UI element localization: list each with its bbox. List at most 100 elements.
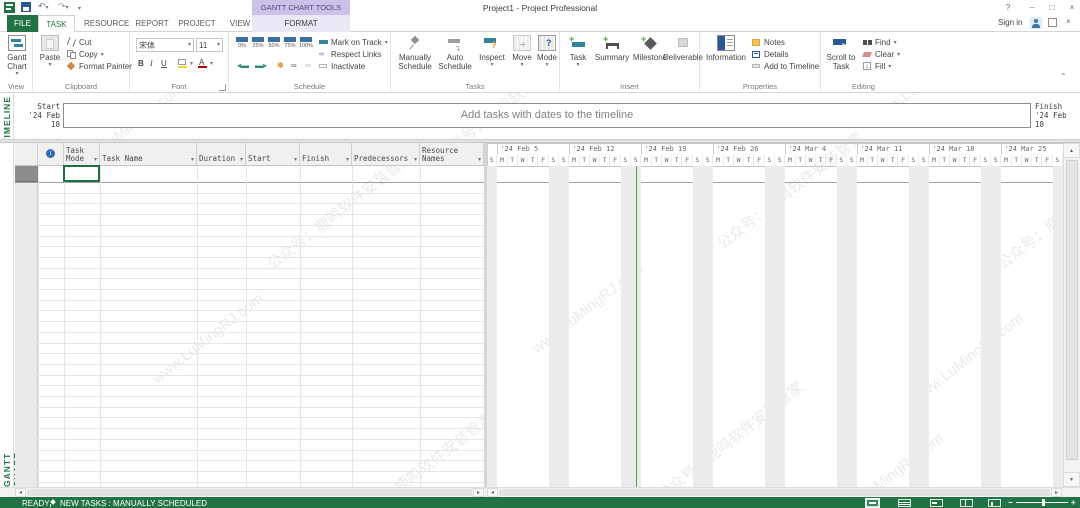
move-button[interactable]: ➔ Move▾: [509, 35, 535, 68]
scroll-to-task-button[interactable]: ➤ Scroll to Task: [825, 35, 857, 71]
column-header-info[interactable]: i: [38, 143, 64, 166]
tab-resource[interactable]: RESOURCE: [84, 15, 128, 32]
maximize-button[interactable]: □: [1044, 2, 1060, 13]
filter-arrow-icon[interactable]: ▾: [191, 157, 194, 163]
filter-arrow-icon[interactable]: ▾: [414, 157, 417, 163]
column-header-start[interactable]: Start▾: [246, 143, 300, 166]
inactivate-button[interactable]: Inactivate: [319, 61, 365, 72]
notes-button[interactable]: Notes: [752, 37, 785, 48]
unlink-tasks-icon[interactable]: ∞: [305, 60, 311, 71]
view-gantt-icon[interactable]: [866, 499, 879, 507]
column-header-finish[interactable]: Finish▾: [300, 143, 352, 166]
percent-50-button[interactable]: 50%: [267, 37, 281, 49]
font-size-combo[interactable]: 11▾: [196, 38, 223, 52]
table-hscroll-thumb[interactable]: [27, 489, 472, 496]
copy-button[interactable]: Copy▾: [67, 49, 104, 60]
insert-deliverable-button[interactable]: Deliverable: [668, 35, 698, 62]
mode-button[interactable]: ? Mode▾: [535, 35, 559, 68]
zoom-slider-thumb[interactable]: [1042, 499, 1045, 506]
column-header-task_mode[interactable]: TaskMode▾: [64, 143, 100, 166]
link-tasks-icon[interactable]: ∞: [291, 60, 297, 71]
respect-links-button[interactable]: ∞ Respect Links: [319, 49, 381, 60]
status-new-tasks[interactable]: NEW TASKS : MANUALLY SCHEDULED: [60, 499, 207, 508]
filter-arrow-icon[interactable]: ▾: [478, 157, 481, 163]
scroll-down-icon[interactable]: ▾: [1064, 472, 1080, 487]
percent-75-button[interactable]: 75%: [283, 37, 297, 49]
table-scroll-left-icon[interactable]: ◂: [15, 488, 26, 497]
information-button[interactable]: Information: [704, 35, 748, 62]
italic-button[interactable]: I: [150, 58, 153, 69]
gantt-pane-tab[interactable]: GANTT CHART: [0, 143, 14, 487]
avatar[interactable]: [1030, 17, 1042, 29]
details-button[interactable]: Details: [752, 49, 788, 60]
column-header-resource_names[interactable]: ResourceNames▾: [420, 143, 484, 166]
bold-button[interactable]: B: [138, 58, 144, 69]
gantt-scroll-right-icon[interactable]: ▸: [1051, 488, 1062, 497]
vscroll-thumb[interactable]: [1066, 160, 1078, 460]
vertical-scrollbar[interactable]: ▴ ▾: [1063, 143, 1080, 487]
fill-button[interactable]: ↓ Fill▾: [863, 61, 891, 72]
clear-button[interactable]: Clear▾: [863, 49, 900, 60]
close-pane-icon[interactable]: ×: [1066, 17, 1071, 26]
font-color-button[interactable]: A▾: [198, 58, 213, 69]
tab-task[interactable]: TASK: [38, 15, 75, 32]
help-button[interactable]: ?: [1000, 2, 1016, 13]
view-task-usage-icon[interactable]: [898, 499, 911, 507]
highlight-color-button[interactable]: ▾: [178, 58, 193, 69]
sign-in-link[interactable]: Sign in: [998, 18, 1022, 27]
filter-arrow-icon[interactable]: ▾: [94, 157, 97, 163]
selected-row-number-cell[interactable]: [15, 166, 38, 182]
selected-cell[interactable]: [63, 165, 100, 182]
insert-summary-button[interactable]: + Summary: [594, 35, 630, 62]
underline-button[interactable]: U: [161, 58, 167, 69]
font-name-combo[interactable]: 宋体▾: [136, 38, 194, 52]
timeline-pane-tab[interactable]: TIMELINE: [0, 94, 14, 139]
percent-25-button[interactable]: 25%: [251, 37, 265, 49]
add-to-timeline-button[interactable]: Add to Timeline: [752, 61, 819, 72]
column-header-task_name[interactable]: Task Name▾: [100, 143, 197, 166]
view-splitter[interactable]: [484, 143, 487, 497]
view-team-planner-icon[interactable]: [930, 499, 943, 507]
view-resource-sheet-icon[interactable]: [960, 499, 973, 507]
column-header-rownum[interactable]: [15, 143, 38, 166]
gantt-scroll-left-icon[interactable]: ◂: [487, 488, 498, 497]
scroll-up-icon[interactable]: ▴: [1064, 143, 1080, 158]
timescale-day-cell: T: [528, 154, 538, 166]
percent-0-button[interactable]: 0%: [235, 37, 249, 49]
tab-report[interactable]: REPORT: [133, 15, 171, 32]
tab-view[interactable]: VIEW: [224, 15, 256, 32]
tab-format[interactable]: FORMAT: [276, 15, 326, 32]
column-header-predecessors[interactable]: Predecessors▾: [352, 143, 420, 166]
insert-task-button[interactable]: + Task▾: [564, 35, 592, 68]
column-header-duration[interactable]: Duration▾: [197, 143, 246, 166]
minimize-button[interactable]: –: [1024, 2, 1040, 13]
filter-arrow-icon[interactable]: ▾: [294, 157, 297, 163]
filter-arrow-icon[interactable]: ▾: [240, 157, 243, 163]
tab-file[interactable]: FILE: [7, 15, 38, 32]
timeline-placeholder-box[interactable]: Add tasks with dates to the timeline: [63, 103, 1031, 128]
close-button[interactable]: ×: [1064, 2, 1080, 13]
cut-button[interactable]: Cut: [67, 37, 91, 48]
paste-button[interactable]: Paste▾: [37, 35, 63, 68]
filter-arrow-icon[interactable]: ▾: [346, 157, 349, 163]
view-report-icon[interactable]: [988, 499, 1001, 507]
collapse-ribbon-icon[interactable]: ⌃: [1060, 72, 1067, 81]
auto-schedule-button[interactable]: ↴ Auto Schedule: [437, 35, 473, 71]
inspect-button[interactable]: ? Inspect▾: [477, 35, 507, 68]
link-arrow-left-icon[interactable]: ◂▬: [237, 60, 249, 71]
mark-on-track-button[interactable]: Mark on Track▾: [319, 37, 388, 48]
find-button[interactable]: Find▾: [863, 37, 897, 48]
format-painter-button[interactable]: Format Painter: [67, 61, 132, 72]
tab-project[interactable]: PROJECT: [176, 15, 218, 32]
link-arrow-right-icon[interactable]: ▬▸: [255, 60, 267, 71]
split-task-icon[interactable]: ✽: [277, 60, 284, 71]
table-scroll-right-icon[interactable]: ▸: [473, 488, 484, 497]
percent-100-button[interactable]: 100%: [299, 37, 313, 49]
zoom-out-icon[interactable]: −: [1008, 498, 1013, 507]
gantt-chart-button[interactable]: Gantt Chart ▾: [2, 35, 32, 77]
ribbon-options-icon[interactable]: [1048, 18, 1057, 27]
manually-schedule-button[interactable]: Manually Schedule: [395, 35, 435, 71]
weekend-band: [549, 166, 559, 487]
gantt-hscroll-thumb[interactable]: [499, 489, 1050, 496]
zoom-in-icon[interactable]: +: [1071, 498, 1076, 507]
